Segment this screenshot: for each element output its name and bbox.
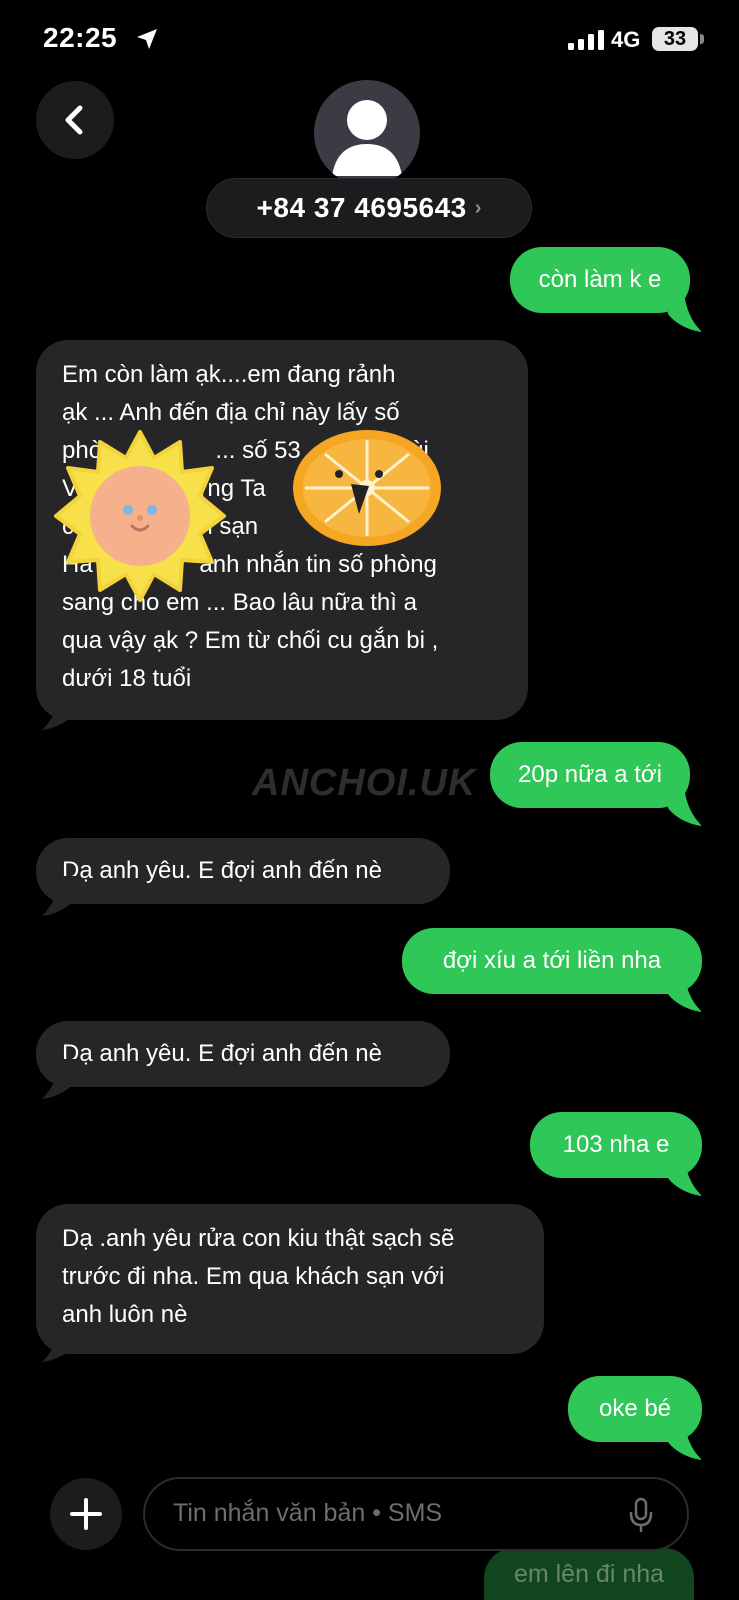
message-input[interactable]: Tin nhắn văn bản • SMS [143,1477,689,1551]
contact-name-button[interactable]: +84 37 4695643 › [206,178,532,238]
plus-icon [70,1498,102,1530]
message-line: dưới 18 tuổi [62,665,192,692]
watermark: ANCHOI.UK [252,762,477,804]
bubble-tail [664,1156,702,1196]
person-icon [332,100,402,176]
battery-icon: 33 [652,27,698,51]
bubble-tail [664,972,702,1012]
network-label: 4G [611,27,641,52]
message-text: 20p nữa a tới [518,761,662,788]
bubble-tail [42,690,80,730]
message-text: oke bé [598,1395,672,1422]
received-message[interactable]: Dạ anh yêu. E đợi anh đến nè [36,838,450,904]
message-input-placeholder: Tin nhắn văn bản • SMS [173,1499,443,1527]
message-line: Dạ .anh yêu rửa con kiu thật sạch sẽ [62,1225,455,1252]
message-text: Dạ anh yêu. E đợi anh đến nè [62,1040,382,1067]
message-text: đợi xíu a tới liền nha [442,947,662,974]
bubble-tail [664,292,702,332]
status-time: 22:25 [43,22,118,53]
chevron-right-icon: › [474,196,482,219]
sun-sticker [54,430,226,602]
message-line: ạk ... Anh đến địa chỉ này lấy số [62,399,400,426]
message-line: trước đi nha. Em qua khách sạn với [62,1263,445,1290]
sent-message[interactable]: đợi xíu a tới liền nha [402,928,702,994]
signal-icon [568,30,604,50]
bubble-tail [42,876,80,916]
battery-tip [700,34,704,44]
message-line: Em còn làm ạk....em đang rảnh [62,361,396,388]
message-text: em lên đi nha [513,1560,665,1588]
sent-message[interactable]: em lên đi nha [484,1548,694,1600]
contact-number: +84 37 4695643 [256,192,467,223]
message-text: Dạ anh yêu. E đợi anh đến nè [62,857,382,884]
bubble-tail [664,786,702,826]
location-arrow-icon [137,29,157,49]
bubble-tail [664,1420,702,1460]
sent-message[interactable]: 20p nữa a tới [490,742,690,808]
message-text: 103 nha e [562,1131,670,1158]
received-message[interactable]: Dạ .anh yêu rửa con kiu thật sạch sẽ trư… [36,1204,544,1354]
back-button[interactable] [36,81,114,159]
add-attachment-button[interactable] [50,1478,122,1550]
avatar[interactable] [314,80,420,186]
status-bar: 22:25 4G 33 [0,0,739,80]
bubble-tail [42,1322,80,1362]
orange-sticker [293,430,441,546]
back-chevron-icon [65,105,83,135]
mic-icon[interactable] [627,1497,655,1533]
received-message[interactable]: Dạ anh yêu. E đợi anh đến nè [36,1021,450,1087]
message-line: qua vậy ạk ? Em từ chối cu gắn bi , [62,627,439,654]
bubble-tail [42,1059,80,1099]
message-line: anh luôn nè [62,1301,188,1328]
sent-message[interactable]: còn làm k e [510,247,690,313]
message-text: còn làm k e [538,266,662,293]
